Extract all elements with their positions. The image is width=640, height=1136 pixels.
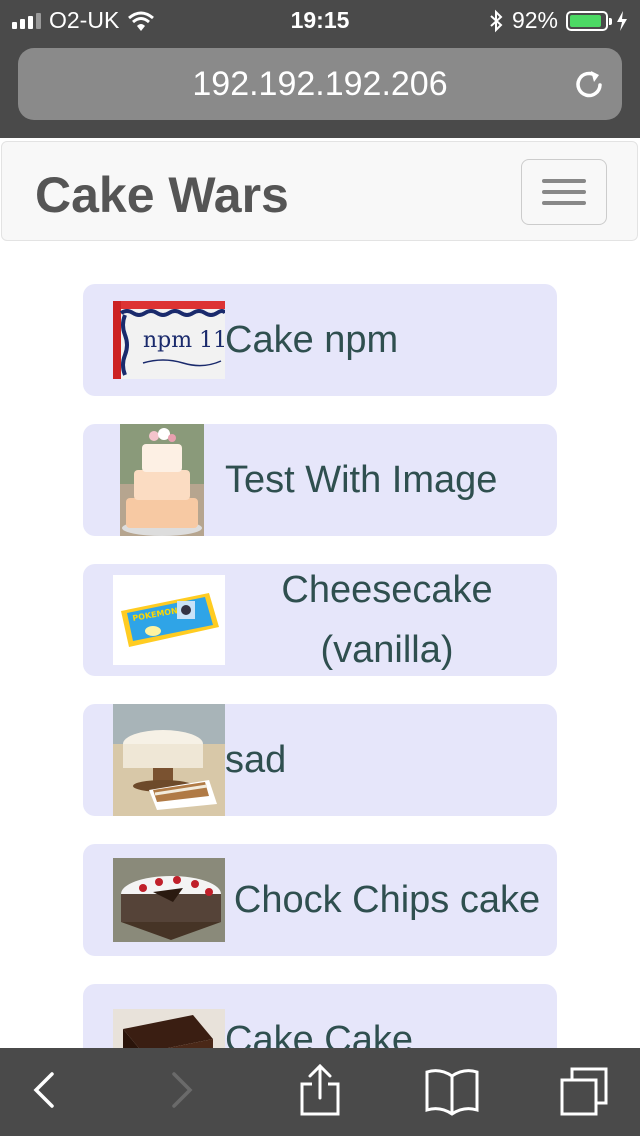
brand-title[interactable]: Cake Wars	[35, 166, 289, 224]
share-icon[interactable]	[298, 1062, 342, 1118]
cake-list: npm 11.5 Cake npm Test With Image	[83, 284, 557, 1124]
cake-title: Chock Chips cake	[233, 879, 541, 921]
tabs-icon[interactable]	[558, 1066, 610, 1118]
hamburger-icon	[542, 179, 586, 183]
cake-card[interactable]: Chock Chips cake	[83, 844, 557, 956]
cake-thumbnail: POKEMON	[113, 575, 225, 665]
book-icon[interactable]	[424, 1066, 480, 1116]
battery-percent: 92%	[511, 7, 558, 33]
cake-card[interactable]: POKEMON Cheesecake (vanilla)	[83, 564, 557, 676]
cake-thumbnail	[113, 858, 225, 942]
cake-title: Cheesecake (vanilla)	[281, 569, 493, 671]
charging-bolt-icon	[617, 10, 627, 31]
cake-title: sad	[225, 739, 287, 781]
bluetooth-icon	[490, 9, 503, 32]
status-bar: O2-UK 19:15 92%	[0, 0, 640, 40]
cake-card[interactable]: Test With Image	[83, 424, 557, 536]
cake-title: Cake npm	[225, 319, 399, 361]
cake-thumbnail	[120, 424, 204, 536]
address-bar[interactable]: 192.192.192.206	[18, 48, 622, 120]
cake-title: Test With Image	[225, 459, 498, 501]
chevron-left-icon[interactable]	[30, 1068, 58, 1112]
browser-toolbar	[0, 1048, 640, 1136]
cake-thumbnail: npm 11.5	[113, 301, 225, 379]
reload-icon[interactable]	[572, 68, 606, 102]
cake-thumbnail	[113, 704, 225, 816]
browser-chrome: 192.192.192.206	[0, 40, 640, 138]
menu-toggle-button[interactable]	[521, 159, 607, 225]
cake-card[interactable]: npm 11.5 Cake npm	[83, 284, 557, 396]
navbar: Cake Wars	[1, 141, 638, 241]
url-text: 192.192.192.206	[192, 64, 448, 103]
battery-icon	[566, 10, 612, 31]
chevron-right-icon[interactable]	[168, 1068, 196, 1112]
cake-card[interactable]: sad	[83, 704, 557, 816]
svg-text:npm 11.5: npm 11.5	[143, 328, 225, 353]
